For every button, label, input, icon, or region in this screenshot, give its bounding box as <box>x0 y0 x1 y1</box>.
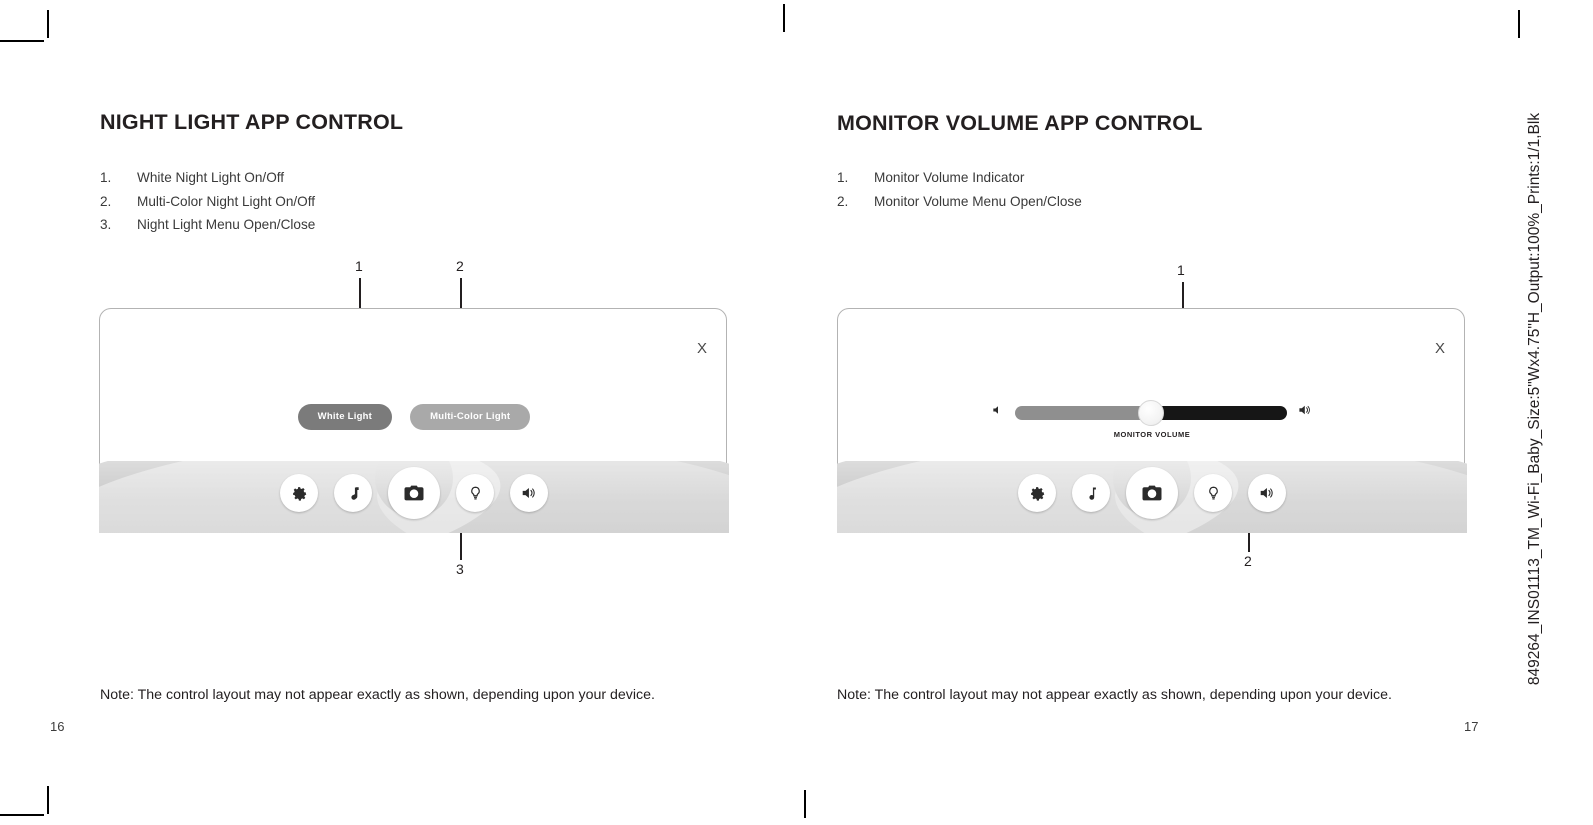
volume-slider-label: MONITOR VOLUME <box>1113 430 1191 439</box>
camera-icon[interactable] <box>1126 467 1178 519</box>
disclaimer-note: Note: The control layout may not appear … <box>100 687 655 703</box>
page-night-light: NIGHT LIGHT APP CONTROL 1. White Night L… <box>0 0 796 825</box>
list-item: 1. White Night Light On/Off <box>100 166 315 190</box>
page-monitor-volume: MONITOR VOLUME APP CONTROL 1. Monitor Vo… <box>796 0 1540 825</box>
page-title: NIGHT LIGHT APP CONTROL <box>100 110 404 134</box>
list-item: 3. Night Light Menu Open/Close <box>100 213 315 237</box>
callout-number-1: 1 <box>1177 262 1185 278</box>
list-item-number: 3. <box>100 217 112 232</box>
imprint-area: 849264_INS01113_TM_Wi-Fi_Baby_Size:5"Wx4… <box>1526 0 1593 825</box>
monitor-volume-control <box>837 399 1467 426</box>
speaker-icon[interactable] <box>1248 474 1286 512</box>
list-item: 2. Monitor Volume Menu Open/Close <box>837 190 1082 214</box>
page-title: MONITOR VOLUME APP CONTROL <box>837 111 1203 135</box>
callout-number-1: 1 <box>355 258 363 274</box>
callout-number-3: 3 <box>456 561 464 577</box>
close-icon[interactable]: X <box>1435 340 1445 357</box>
speaker-high-icon <box>1297 402 1313 423</box>
multi-color-light-pill[interactable]: Multi-Color Light <box>410 404 531 430</box>
device-mockup-night-light: X White Light Multi-Color Light <box>99 308 729 533</box>
list-item-number: 1. <box>837 170 849 185</box>
page-number: 17 <box>1464 719 1479 734</box>
list-item-label: Monitor Volume Indicator <box>874 170 1025 185</box>
volume-slider-track[interactable] <box>1015 399 1287 426</box>
list-item-label: Monitor Volume Menu Open/Close <box>874 193 1082 209</box>
gear-icon[interactable] <box>1018 474 1056 512</box>
white-light-pill[interactable]: White Light <box>297 404 393 430</box>
device-screen: X MONITOR VOLUME <box>837 308 1467 533</box>
toolbar-icon-row <box>99 467 729 519</box>
feature-list: 1. Monitor Volume Indicator 2. Monitor V… <box>837 166 1082 213</box>
list-item: 2. Multi-Color Night Light On/Off <box>100 190 315 214</box>
disclaimer-note: Note: The control layout may not appear … <box>837 687 1392 703</box>
list-item-label: Multi-Color Night Light On/Off <box>137 193 316 209</box>
speaker-low-icon <box>991 403 1005 422</box>
list-item-number: 2. <box>100 193 112 209</box>
light-bulb-icon[interactable] <box>1194 474 1232 512</box>
speaker-icon[interactable] <box>510 474 548 512</box>
music-note-icon[interactable] <box>1072 474 1110 512</box>
night-light-menu: White Light Multi-Color Light <box>99 404 729 430</box>
print-spread: NIGHT LIGHT APP CONTROL 1. White Night L… <box>0 0 1593 825</box>
callout-number-2: 2 <box>1244 553 1252 569</box>
list-item-number: 1. <box>100 170 112 185</box>
light-bulb-icon[interactable] <box>456 474 494 512</box>
music-note-icon[interactable] <box>334 474 372 512</box>
print-spec-imprint: 849264_INS01113_TM_Wi-Fi_Baby_Size:5"Wx4… <box>1525 112 1543 686</box>
volume-slider-knob[interactable] <box>1138 399 1164 426</box>
list-item-label: Night Light Menu Open/Close <box>137 217 316 232</box>
list-item-number: 2. <box>837 193 849 209</box>
list-item-label: White Night Light On/Off <box>137 170 285 185</box>
gear-icon[interactable] <box>280 474 318 512</box>
close-icon[interactable]: X <box>697 340 707 357</box>
device-mockup-monitor-volume: X MONITOR VOLUME <box>837 308 1467 533</box>
page-number: 16 <box>50 719 65 734</box>
camera-icon[interactable] <box>388 467 440 519</box>
list-item: 1. Monitor Volume Indicator <box>837 166 1082 190</box>
feature-list: 1. White Night Light On/Off 2. Multi-Col… <box>100 166 315 237</box>
device-screen: X White Light Multi-Color Light <box>99 308 729 533</box>
callout-number-2: 2 <box>456 258 464 274</box>
toolbar-icon-row <box>837 467 1467 519</box>
